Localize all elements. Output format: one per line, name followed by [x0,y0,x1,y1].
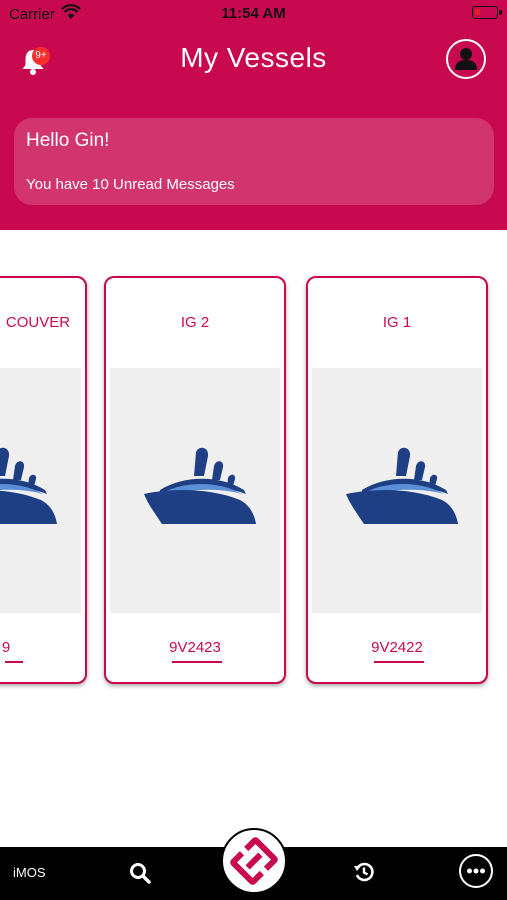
ship-icon [144,447,256,524]
profile-avatar[interactable] [446,39,486,79]
ship-icon [0,447,57,524]
vessel-card[interactable]: COUVER 9 [0,276,87,684]
vessel-image [312,368,482,613]
vessel-carousel[interactable]: COUVER 9 IG 2 9V2423 IG 1 9V2422 [0,230,507,730]
status-time: 11:54 AM [221,5,286,22]
status-bar: Carrier 11:54 AM [0,0,507,28]
search-icon[interactable] [128,861,152,885]
vessel-name: IG 2 [180,314,210,331]
vessel-image [110,368,280,613]
user-icon [455,48,477,70]
history-icon[interactable] [352,860,376,884]
unread-messages-text: You have 10 Unread Messages [26,176,235,193]
vessel-image [0,368,81,613]
app-label[interactable]: iMOS [13,865,46,880]
vessel-code: 9V2423 [169,639,221,656]
ship-icon [346,447,458,524]
vessel-code: 9V2422 [371,639,423,656]
header: Carrier 11:54 AM 9+ My Vessels Hello Gin… [0,0,507,230]
vessel-card[interactable]: IG 2 9V2423 [104,276,286,684]
vessel-code-underline [374,661,424,663]
page-title: My Vessels [180,42,327,73]
vessel-card[interactable]: IG 1 9V2422 [306,276,488,684]
vessel-name: IG 1 [382,314,412,331]
more-button[interactable] [459,854,493,888]
greeting-text: Hello Gin! [26,130,110,151]
app-logo-icon [230,837,278,885]
more-dots-icon [467,868,485,874]
welcome-card[interactable]: Hello Gin! You have 10 Unread Messages [14,118,494,205]
vessel-code-underline [5,661,23,663]
vessel-name: COUVER [5,314,71,331]
vessel-code-underline [172,661,222,663]
vessel-code: 9 [1,639,11,656]
battery-icon [472,6,502,19]
home-logo-button[interactable] [221,828,287,894]
